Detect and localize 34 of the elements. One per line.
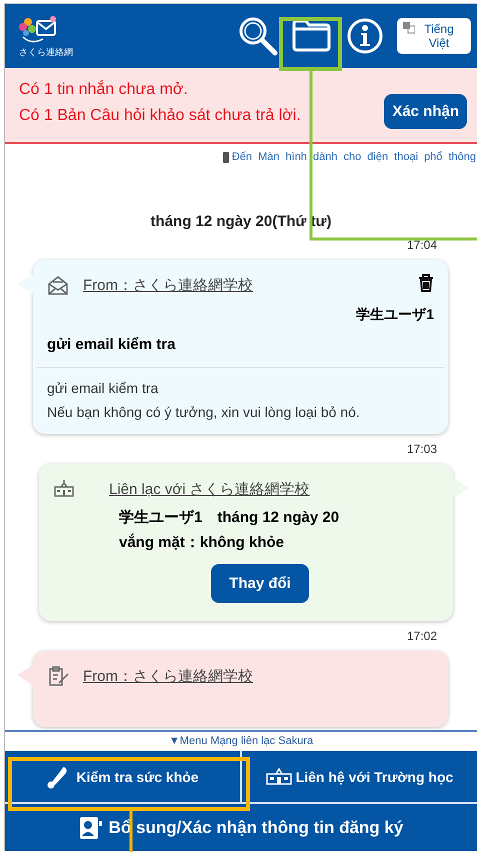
recipient-name: 学生ユーザ1: [355, 306, 434, 324]
message-subject: gửi email kiểm tra: [47, 336, 176, 353]
sender-link[interactable]: Liên lạc với さくら連絡網学校: [109, 480, 310, 498]
message-time: 17:04: [406, 238, 438, 252]
logo-icon: [19, 13, 59, 45]
envelope-icon: [47, 274, 69, 296]
alert-message: Có 1 Bản Câu hỏi khảo sát chưa trả lời.: [19, 107, 302, 125]
contact-detail: 学生ユーザ1 tháng 12 ngày 20: [119, 508, 340, 527]
menu-button[interactable]: Bổ sung/Xác nhận thông tin đăng ký: [5, 804, 477, 851]
search-icon[interactable]: [238, 16, 278, 56]
contact-detail: vắng mặt：không khỏe: [119, 533, 286, 552]
change-button[interactable]: Thay đổi: [211, 564, 309, 603]
school-icon: [53, 478, 75, 500]
menu-toggle[interactable]: ▼Menu Mạng liên lạc Sakura: [5, 732, 477, 751]
translate-icon: [403, 22, 415, 34]
message-text: gửi email kiểm tra: [47, 380, 160, 396]
feature-phone-link[interactable]: Đến Màn hình dành cho điện thoại phổ thông: [232, 151, 476, 163]
clipboard-icon: [47, 665, 69, 687]
profile-card-icon: [78, 816, 105, 840]
message-time: 17:02: [406, 629, 438, 643]
menu-button[interactable]: Kiểm tra sức khỏe: [5, 751, 240, 802]
language-button[interactable]: Tiếng Việt: [397, 18, 471, 54]
folder-icon[interactable]: [292, 18, 332, 54]
sender-link[interactable]: From：さくら連絡網学校: [83, 276, 253, 294]
message-time: 17:03: [406, 442, 438, 456]
trash-icon[interactable]: [418, 274, 434, 292]
phone-icon: [222, 152, 230, 162]
confirm-button[interactable]: Xác nhận: [384, 94, 467, 128]
message-text: Nếu bạn không có ý tưởng, xin vui lòng loại bỏ nó.: [47, 404, 361, 420]
menu-button[interactable]: Liên hệ với Trường học: [242, 751, 477, 802]
sender-link[interactable]: From：さくら連絡網学校: [83, 666, 253, 686]
logo-text: さくら連絡網: [19, 46, 73, 59]
info-icon[interactable]: [346, 17, 384, 55]
alert-message: Có 1 tin nhắn chưa mở.: [19, 81, 189, 99]
